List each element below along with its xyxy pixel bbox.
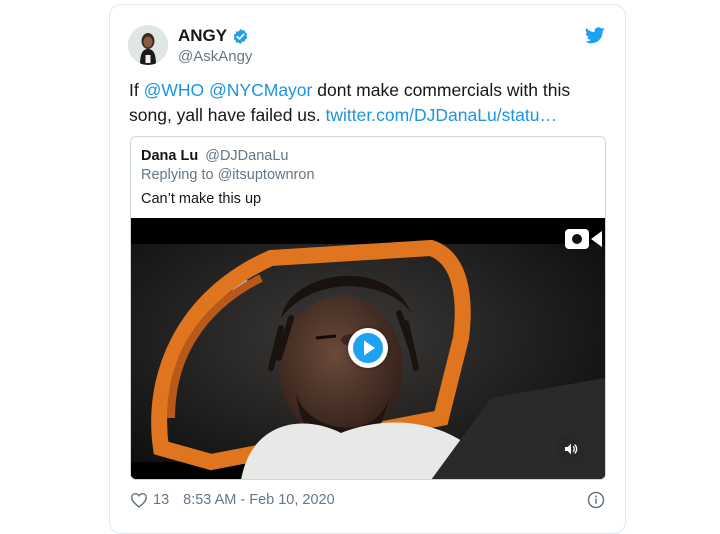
status-link[interactable]: twitter.com/DJDanaLu/statu… [326, 105, 557, 125]
video-player[interactable] [131, 218, 605, 479]
tweet-text-prefix: If [129, 80, 139, 100]
tweet-text: If @WHO @NYCMayor dont make commercials … [129, 78, 609, 128]
volume-button[interactable] [556, 434, 586, 464]
twitter-bird-icon[interactable] [585, 27, 605, 49]
tweet-footer: 13 8:53 AM - Feb 10, 2020 [130, 492, 335, 508]
mention-who-link[interactable]: @WHO [144, 80, 205, 100]
speaker-icon [565, 443, 578, 455]
replying-to-label: Replying to @itsuptownron [141, 167, 315, 183]
play-button[interactable] [348, 328, 388, 368]
quoted-text: Can’t make this up [141, 191, 262, 207]
embedded-tweet-card: ANGY @AskAngy If @WHO @NYCMayor dont mak… [109, 4, 626, 534]
mention-nycmayor-link[interactable]: @NYCMayor [209, 80, 312, 100]
video-camera-icon [564, 228, 604, 255]
author-handle[interactable]: @AskAngy [178, 48, 252, 65]
avatar[interactable] [128, 25, 168, 65]
info-icon[interactable] [587, 491, 605, 514]
play-icon [353, 333, 383, 363]
verified-badge-icon [233, 28, 248, 44]
quoted-handle: @DJDanaLu [205, 148, 289, 164]
author-display-name[interactable]: ANGY [178, 26, 227, 46]
avatar-image [128, 25, 168, 65]
quoted-author-row: Dana Lu @DJDanaLu [141, 148, 288, 164]
tweet-timestamp[interactable]: 8:53 AM - Feb 10, 2020 [183, 492, 335, 508]
heart-icon[interactable] [130, 492, 148, 508]
author-name-row[interactable]: ANGY [178, 26, 249, 46]
quoted-tweet[interactable]: Dana Lu @DJDanaLu Replying to @itsuptown… [130, 136, 606, 480]
quoted-display-name: Dana Lu [141, 148, 199, 164]
like-count[interactable]: 13 [153, 492, 169, 508]
